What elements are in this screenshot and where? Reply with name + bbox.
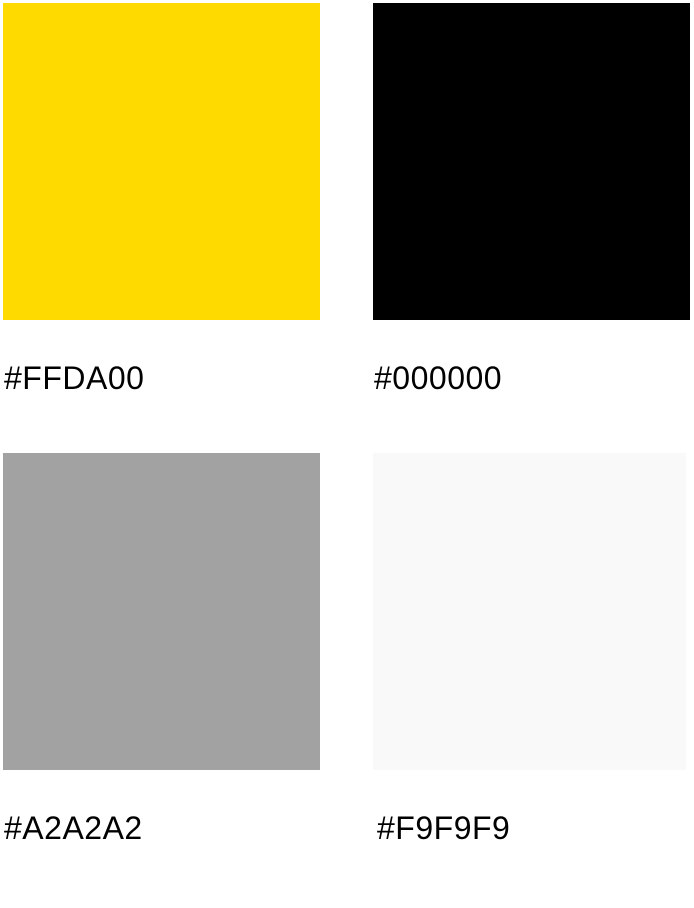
swatch-yellow xyxy=(3,3,320,320)
swatch-gray xyxy=(3,453,320,770)
swatch-label-yellow: #FFDA00 xyxy=(4,360,145,396)
swatch-label-gray: #A2A2A2 xyxy=(4,810,143,846)
swatch-off-white xyxy=(373,453,686,770)
swatch-label-off-white: #F9F9F9 xyxy=(377,810,511,846)
swatch-black xyxy=(373,3,690,320)
swatch-label-black: #000000 xyxy=(374,360,503,396)
